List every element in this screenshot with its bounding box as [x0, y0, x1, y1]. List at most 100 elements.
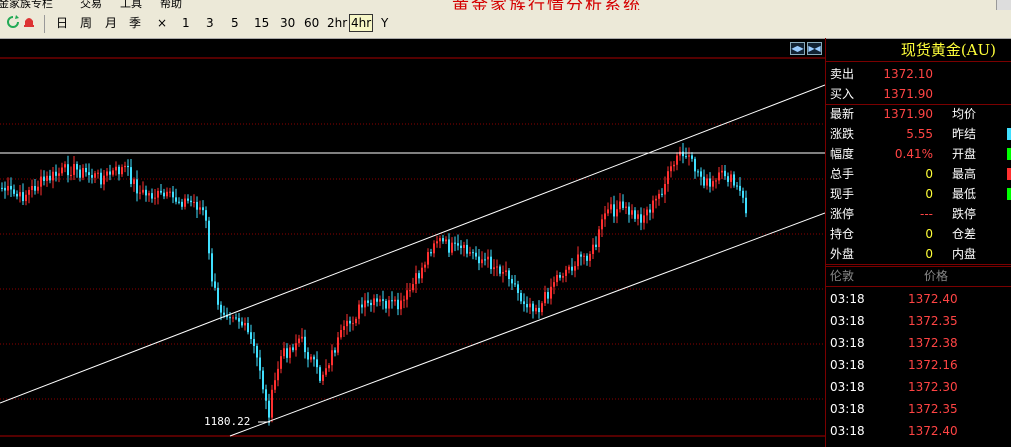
candle-body: [301, 336, 303, 339]
app-title: 黄金家族行情分析系统: [452, 0, 642, 10]
toolbar-separator: [44, 15, 45, 33]
candle-body: [127, 165, 129, 168]
quote-label: 持仓: [830, 227, 855, 241]
candle-body: [703, 176, 705, 186]
period-week-button[interactable]: 周: [80, 15, 92, 31]
tick-time: 03:18: [830, 380, 865, 394]
candle-body: [475, 252, 477, 257]
candle-body: [310, 356, 312, 360]
candle-body: [556, 274, 558, 283]
quote-label-secondary: 内盘: [952, 247, 977, 261]
candle-body: [667, 171, 669, 184]
tick-row: 03:18 1372.40: [826, 288, 1011, 310]
candle-body: [34, 185, 36, 191]
menu-item-trade[interactable]: 交易: [80, 0, 102, 10]
quote-indicator: [1007, 188, 1011, 200]
quote-row: 持仓 0 仓差: [826, 224, 1011, 244]
period-15min-button[interactable]: 15: [254, 15, 269, 31]
candle-body: [340, 330, 342, 338]
candle-body: [382, 299, 384, 301]
refresh-icon[interactable]: [6, 15, 20, 33]
window-control-button[interactable]: [996, 0, 1011, 10]
candle-body: [214, 281, 216, 288]
candle-body: [19, 192, 21, 197]
quote-value: ---: [920, 207, 933, 221]
candle-body: [424, 264, 426, 268]
candle-body: [535, 307, 537, 312]
candle-body: [547, 292, 549, 299]
candlestick-chart[interactable]: 1180.22 ◀▶ ▶◀: [0, 38, 825, 447]
period-month-button[interactable]: 月: [105, 15, 117, 31]
period-day-button[interactable]: 日: [56, 15, 68, 31]
candle-body: [268, 400, 270, 418]
period-5min-button[interactable]: 5: [231, 15, 239, 31]
candle-body: [163, 192, 165, 197]
candle-body: [103, 175, 105, 185]
candle-body: [721, 170, 723, 173]
candle-body: [28, 190, 30, 195]
quote-label: 现手: [830, 187, 855, 201]
period-close-button[interactable]: ×: [157, 15, 167, 31]
candle-body: [607, 209, 609, 214]
candle-body: [376, 298, 378, 302]
candle-body: [493, 267, 495, 270]
candle-body: [562, 275, 564, 278]
bell-icon[interactable]: [22, 15, 36, 33]
quote-label: 外盘: [830, 247, 855, 261]
period-4hr-button[interactable]: 4hr: [349, 14, 374, 32]
candle-body: [622, 201, 624, 208]
candle-body: [328, 365, 330, 369]
candle-body: [85, 167, 87, 173]
candle-body: [742, 190, 744, 198]
candle-body: [220, 304, 222, 313]
candle-body: [271, 389, 273, 418]
candle-body: [526, 304, 528, 308]
candle-body: [223, 312, 225, 315]
tick-time: 03:18: [830, 314, 865, 328]
candle-body: [319, 367, 321, 381]
period-3min-button[interactable]: 3: [206, 15, 214, 31]
candle-body: [64, 164, 66, 168]
divider: [826, 286, 1011, 287]
period-toolbar: 日 周 月 季 × 1 3 5 15 30 60 2hr 4hr Y: [0, 10, 1011, 39]
candle-body: [454, 242, 456, 244]
period-1min-button[interactable]: 1: [182, 15, 190, 31]
candle-body: [391, 300, 393, 302]
scroll-right-icon[interactable]: ▶◀: [807, 42, 822, 55]
candle-body: [508, 270, 510, 280]
candle-body: [400, 300, 402, 310]
candle-body: [304, 336, 306, 353]
quote-label-secondary: 最低: [952, 187, 977, 201]
candle-body: [112, 170, 114, 175]
period-2hr-button[interactable]: 2hr: [327, 15, 347, 31]
menu-item-help[interactable]: 帮助: [160, 0, 182, 10]
candle-body: [235, 317, 237, 319]
period-60min-button[interactable]: 60: [304, 15, 319, 31]
period-year-button[interactable]: Y: [381, 15, 388, 31]
candle-body: [595, 244, 597, 247]
quote-label-secondary: 最高: [952, 167, 977, 181]
tick-row: 03:18 1372.35: [826, 398, 1011, 420]
menu-item-column[interactable]: 金家族专栏: [0, 0, 53, 10]
quote-label-secondary: 开盘: [952, 147, 977, 161]
period-quarter-button[interactable]: 季: [129, 15, 141, 31]
chart-canvas[interactable]: [0, 38, 825, 447]
candle-body: [616, 209, 618, 217]
candle-body: [697, 171, 699, 173]
scroll-left-icon[interactable]: ◀▶: [790, 42, 805, 55]
period-30min-button[interactable]: 30: [280, 15, 295, 31]
quote-row: 买入 1371.90: [826, 84, 1011, 104]
candle-body: [274, 380, 276, 390]
candle-body: [679, 151, 681, 156]
candle-body: [598, 229, 600, 247]
menu-item-tools[interactable]: 工具: [120, 0, 142, 10]
tick-time: 03:18: [830, 358, 865, 372]
candle-body: [97, 172, 99, 174]
candle-body: [148, 193, 150, 196]
quote-label-secondary: 均价: [952, 107, 977, 121]
candle-body: [151, 193, 153, 199]
quote-value: 0: [925, 227, 933, 241]
candle-body: [496, 266, 498, 268]
candle-body: [259, 357, 261, 371]
candle-body: [229, 317, 231, 319]
